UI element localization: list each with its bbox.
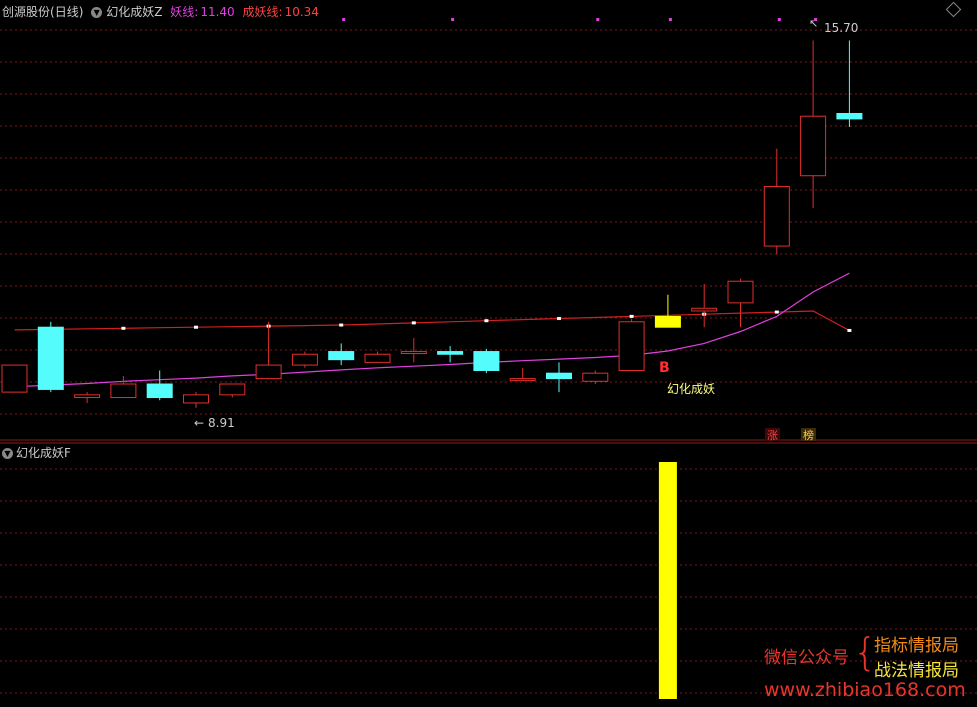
chengyao-marker	[629, 314, 634, 318]
candles[interactable]	[1, 40, 863, 408]
sub-pane-header: ▼ 幻化成妖F	[2, 444, 71, 461]
high-price-label: 15.70	[824, 21, 858, 35]
chart-canvas[interactable]: 15.70 ↖ 8.91 ← B 幻化成妖 涨 榜	[0, 0, 977, 707]
watermark-name-2: 战法情报局	[874, 661, 959, 681]
candle	[183, 392, 209, 408]
chengyao-marker	[339, 323, 344, 327]
candle-body	[219, 383, 246, 396]
candle-body	[836, 113, 863, 120]
candle	[37, 321, 64, 393]
candle-body	[328, 351, 355, 361]
period[interactable]: (日线)	[50, 5, 83, 19]
candle	[146, 370, 173, 401]
candle	[219, 383, 246, 398]
candle-body	[146, 383, 173, 399]
candle-body	[400, 351, 427, 355]
candle-body	[763, 186, 790, 247]
watermark-url: www.zhibiao168.com	[764, 679, 966, 701]
candle-body	[255, 364, 282, 380]
candle	[291, 351, 318, 368]
candle	[255, 321, 282, 380]
top-marker-dot	[451, 18, 455, 21]
candle-body	[800, 115, 827, 177]
candle	[473, 348, 500, 374]
candle	[618, 319, 645, 371]
candle	[437, 346, 464, 363]
sub-indicator-name[interactable]: 幻化成妖F	[16, 446, 71, 460]
low-price-arrow-icon: ←	[194, 416, 204, 430]
candle-body	[509, 378, 536, 382]
candle	[727, 278, 754, 328]
low-price-label: 8.91	[208, 416, 235, 430]
candle-body	[37, 326, 64, 390]
candle-body	[437, 351, 464, 355]
candle-body	[691, 307, 718, 312]
chevron-down-icon[interactable]: ▼	[91, 7, 103, 18]
indicator-lines	[14, 272, 852, 388]
candle-body	[183, 394, 209, 404]
indicator-name[interactable]: 幻化成妖Z	[106, 5, 162, 19]
candle	[74, 392, 101, 403]
signal-text: 幻化成妖	[667, 382, 715, 396]
yaoxian-line	[14, 272, 850, 388]
stock-name: 创源股份	[2, 5, 51, 19]
candle-body	[291, 353, 318, 366]
yaoxian-label: 妖线:	[170, 5, 199, 19]
candle	[509, 367, 536, 382]
top-marker-dot	[777, 18, 781, 21]
chengyao-marker	[774, 310, 779, 314]
tag-bang: 榜	[803, 428, 814, 442]
candle	[763, 148, 790, 255]
watermark-name-1: 指标情报局	[874, 636, 959, 656]
candle	[800, 40, 827, 209]
chengyao-line	[14, 310, 850, 332]
chengyao-value: 10.34	[284, 5, 319, 19]
top-markers	[342, 18, 818, 21]
chevron-down-icon[interactable]: ▼	[2, 448, 13, 459]
main-pane-header: 创源股份(日线) ▼ 幻化成妖Z 妖线: 11.40 成妖线: 10.34	[2, 3, 323, 20]
high-price-arrow-icon: ↖	[809, 17, 818, 30]
candle	[328, 343, 355, 366]
candle	[691, 283, 718, 328]
candle-body	[110, 383, 137, 399]
candle	[1, 364, 28, 393]
top-marker-dot	[596, 18, 600, 21]
candle-body	[582, 372, 609, 382]
buy-signal-letter: B	[659, 360, 670, 376]
candle-body	[618, 321, 645, 371]
yaoxian-value: 11.40	[200, 5, 235, 19]
chengyao-marker	[847, 328, 852, 332]
candle	[110, 375, 137, 399]
chengyao-marker	[411, 321, 416, 325]
candle-body	[473, 351, 500, 371]
top-marker-dot	[342, 18, 346, 21]
candle-body	[654, 315, 681, 328]
sub-indicator-bars	[658, 462, 677, 699]
candle-body	[364, 353, 391, 363]
chengyao-marker	[121, 326, 126, 330]
candle-body	[1, 364, 28, 393]
tag-zhang: 涨	[767, 429, 778, 442]
chengyao-marker	[484, 319, 489, 323]
candle-body	[727, 280, 754, 304]
candle	[364, 351, 391, 363]
chengyao-marker	[194, 325, 198, 329]
candle	[654, 294, 681, 328]
candle	[836, 40, 863, 128]
sub-bar	[658, 462, 677, 699]
chengyao-label: 成妖线:	[242, 5, 283, 19]
candle	[546, 362, 572, 393]
chengyao-marker	[557, 317, 561, 321]
candle-body	[546, 372, 572, 380]
top-marker-dot	[668, 18, 672, 21]
candle-body	[74, 394, 101, 399]
